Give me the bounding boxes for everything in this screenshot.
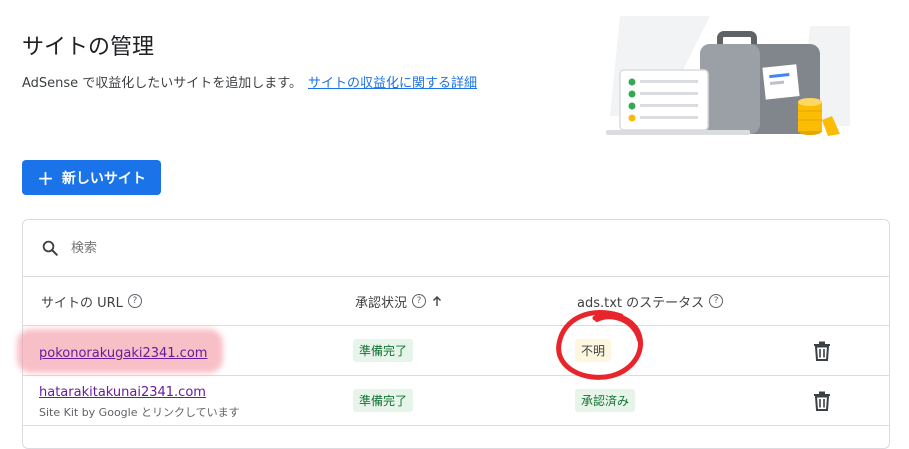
site-kit-note: Site Kit by Google とリンクしています xyxy=(39,406,240,419)
status-badge: 承認済み xyxy=(575,389,636,412)
search-bar xyxy=(23,220,889,277)
intro-text: AdSense で収益化したいサイトを追加します。 サイトの収益化に関する詳細 xyxy=(22,72,477,91)
coin-stack xyxy=(798,98,822,135)
table-row: pokonorakugaki2341.com 準備完了 不明 xyxy=(17,310,889,380)
site-url-link[interactable]: pokonorakugaki2341.com xyxy=(39,346,207,361)
sites-table-card: サイトの URL ? 承認状況 ? ads.txt のステータス ? pokon… xyxy=(17,219,890,449)
page-title: サイトの管理 xyxy=(22,35,155,60)
add-site-label: 新しいサイト xyxy=(61,170,146,187)
sort-ascending-icon[interactable] xyxy=(431,295,443,307)
add-site-button[interactable]: + 新しいサイト xyxy=(22,160,161,195)
approval-status-cell: 準備完了 xyxy=(353,339,414,362)
search-input[interactable] xyxy=(69,239,373,257)
status-badge: 準備完了 xyxy=(353,339,414,362)
search-icon xyxy=(42,240,58,256)
approval-status-cell: 準備完了 xyxy=(353,389,414,412)
table-header: サイトの URL ? 承認状況 ? ads.txt のステータス ? xyxy=(23,277,889,326)
briefcase-shade xyxy=(700,44,760,134)
status-badge: 準備完了 xyxy=(353,389,414,412)
hero-illustration xyxy=(606,16,850,136)
site-url-cell: pokonorakugaki2341.com xyxy=(39,342,207,361)
site-url-cell: hatarakitakunai2341.com Site Kit by Goog… xyxy=(39,381,240,420)
column-header-approval-label: 承認状況 xyxy=(355,295,408,311)
column-header-approval[interactable]: 承認状況 ? xyxy=(355,277,443,325)
delete-icon[interactable] xyxy=(813,391,831,411)
learn-more-link[interactable]: サイトの収益化に関する詳細 xyxy=(308,76,477,91)
ads-txt-status-cell: 承認済み xyxy=(575,389,636,412)
delete-icon[interactable] xyxy=(813,341,831,361)
red-circle-annotation xyxy=(556,310,644,380)
table-row: hatarakitakunai2341.com Site Kit by Goog… xyxy=(23,376,889,426)
intro-description: AdSense で収益化したいサイトを追加します。 xyxy=(22,76,303,91)
help-icon[interactable]: ? xyxy=(709,294,724,308)
column-header-url-label: サイトの URL xyxy=(41,295,123,311)
help-icon[interactable]: ? xyxy=(127,294,142,308)
plus-icon: + xyxy=(37,165,54,190)
help-icon[interactable]: ? xyxy=(412,294,427,308)
column-header-url[interactable]: サイトの URL ? xyxy=(41,277,142,325)
site-url-link[interactable]: hatarakitakunai2341.com xyxy=(39,385,206,400)
sticky-note xyxy=(762,64,800,100)
